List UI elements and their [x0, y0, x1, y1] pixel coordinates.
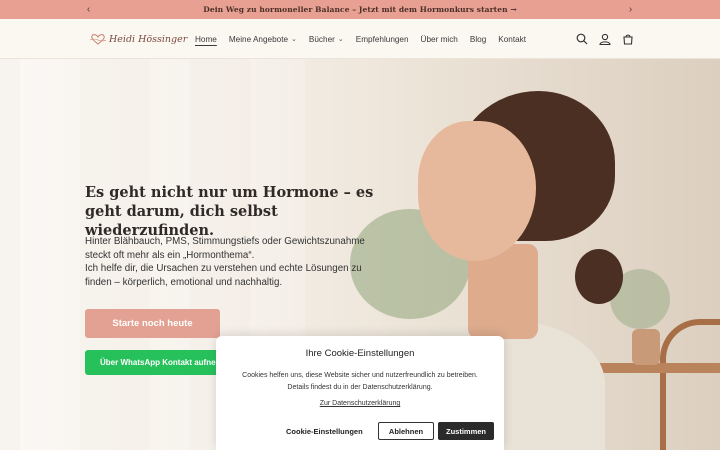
hero-paragraph: Hinter Blähbauch, PMS, Stimmungstiefs od…	[85, 236, 365, 261]
nav-meine-angebote[interactable]: Meine Angebote ⌄	[229, 35, 297, 44]
nav-label: Bücher	[308, 34, 335, 44]
main-nav: Home Meine Angebote ⌄ Bücher ⌄ Empfehlunge…	[195, 19, 538, 59]
whatsapp-button[interactable]: Über WhatsApp Kontakt aufnehmen	[85, 350, 225, 375]
nav-label: Home	[195, 34, 217, 44]
nav-label: Empfehlungen	[355, 34, 409, 44]
hero-image-hair	[575, 249, 623, 304]
nav-label: Meine Angebote	[228, 34, 289, 44]
nav-ueber-mich[interactable]: Über mich	[421, 35, 458, 44]
nav-kontakt[interactable]: Kontakt	[498, 35, 526, 44]
chair-decoration	[660, 319, 720, 450]
logo[interactable]: Heidi Hössinger	[90, 30, 187, 48]
whatsapp-label: Über WhatsApp Kontakt aufnehmen	[100, 358, 225, 367]
cookie-settings-button[interactable]: Cookie-Einstellungen	[286, 422, 363, 440]
curtain-decoration	[20, 59, 80, 450]
accept-button[interactable]: Zustimmen	[438, 422, 494, 440]
nav-home[interactable]: Home	[195, 35, 217, 44]
cookie-dialog: Ihre Cookie-Einstellungen Cookies helfen…	[216, 336, 504, 450]
header-icons	[574, 30, 635, 48]
privacy-policy-link[interactable]: Zur Datenschutzerklärung	[216, 400, 504, 407]
logo-text: Heidi Hössinger	[109, 33, 188, 45]
table-decoration	[600, 363, 720, 373]
chevron-left-icon[interactable]: ‹	[79, 0, 98, 19]
nav-label: Über mich	[420, 34, 458, 44]
hero-title: Es geht nicht nur um Hormone – es geht d…	[85, 184, 374, 239]
chevron-down-icon: ⌄	[291, 36, 297, 43]
decline-button[interactable]: Ablehnen	[378, 422, 434, 440]
account-icon[interactable]	[597, 32, 612, 47]
site-header: Heidi Hössinger Home Meine Angebote ⌄ Büc…	[0, 19, 720, 59]
nav-blog[interactable]: Blog	[470, 35, 486, 44]
nav-empfehlungen[interactable]: Empfehlungen	[356, 35, 409, 44]
cart-icon[interactable]	[620, 32, 635, 47]
cookie-actions: Cookie-Einstellungen Ablehnen Zustimmen	[216, 422, 504, 440]
hero-paragraph: Ich helfe dir, die Ursachen zu verstehen…	[85, 263, 362, 288]
chevron-right-icon[interactable]: ›	[621, 0, 640, 19]
nav-buecher[interactable]: Bücher ⌄	[309, 35, 344, 44]
start-now-button[interactable]: Starte noch heute	[85, 309, 220, 338]
nav-label: Blog	[469, 34, 487, 44]
vase-decoration	[632, 329, 660, 365]
hero-text: Hinter Blähbauch, PMS, Stimmungstiefs od…	[85, 235, 385, 289]
cookie-title: Ihre Cookie-Einstellungen	[305, 348, 415, 359]
logo-heart-icon	[90, 34, 106, 45]
nav-label: Kontakt	[498, 34, 527, 44]
chevron-down-icon: ⌄	[337, 36, 344, 43]
announcement-message[interactable]: Dein Weg zu hormoneller Balance – Jetzt …	[203, 5, 517, 14]
cookie-text: Cookies helfen uns, diese Website sicher…	[242, 372, 478, 391]
search-icon[interactable]	[574, 32, 589, 47]
announcement-bar: ‹ Dein Weg zu hormoneller Balance – Jetz…	[0, 0, 720, 19]
